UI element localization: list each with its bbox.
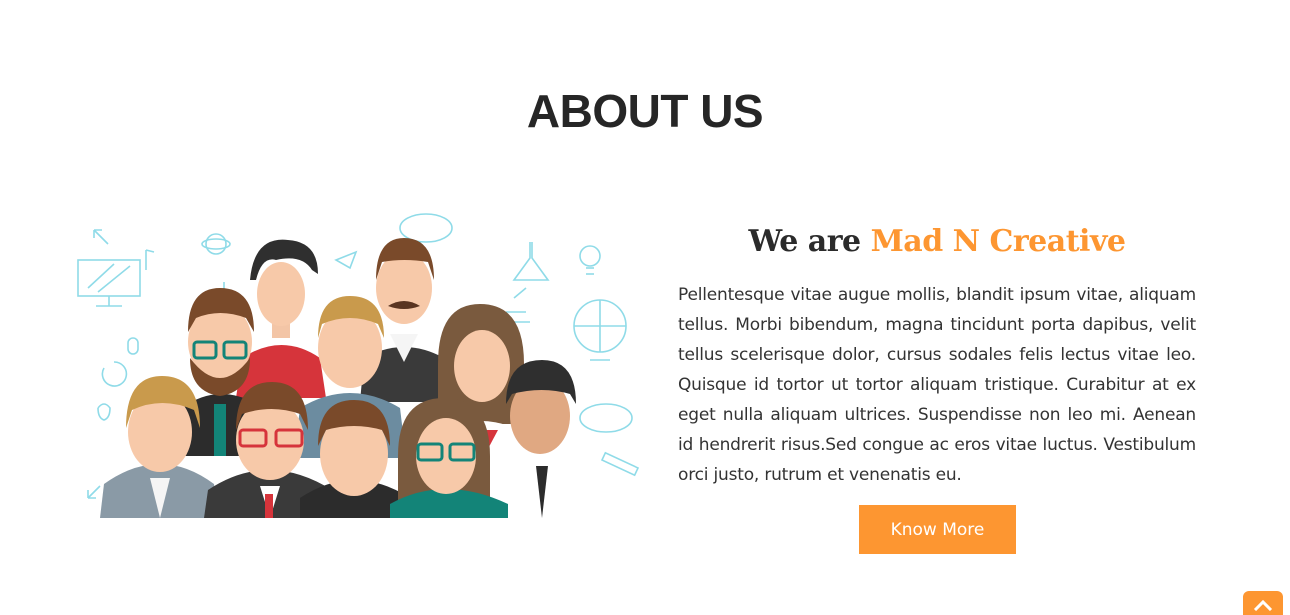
tagline-prefix: We are — [748, 224, 871, 259]
arrow-icon — [93, 229, 109, 245]
about-tagline: We are Mad N Creative — [678, 222, 1196, 262]
monitor-icon — [77, 259, 141, 297]
pencil-icon — [334, 250, 358, 270]
section-title: ABOUT US — [526, 85, 764, 137]
back-to-top-button[interactable] — [1243, 591, 1283, 615]
about-content: We are Mad N Creative Pellentesque vitae… — [678, 222, 1196, 490]
about-description: Pellentesque vitae augue mollis, blandit… — [678, 285, 1196, 485]
chevron-up-icon — [1253, 599, 1273, 611]
tagline-brand: Mad N Creative — [870, 224, 1126, 259]
bulb-small-icon — [97, 403, 111, 421]
atom-icon — [205, 233, 227, 255]
lightbulb-icon — [579, 245, 601, 267]
ruler-icon — [600, 451, 640, 477]
music-note-icon — [145, 249, 155, 270]
flask-icon — [512, 242, 550, 281]
cloud-icon-2 — [579, 403, 633, 433]
know-more-button[interactable]: Know More — [859, 505, 1016, 554]
mouse-icon — [127, 337, 139, 355]
refresh-icon — [101, 361, 128, 387]
team-illustration — [77, 213, 640, 518]
cloud-icon — [399, 213, 453, 243]
